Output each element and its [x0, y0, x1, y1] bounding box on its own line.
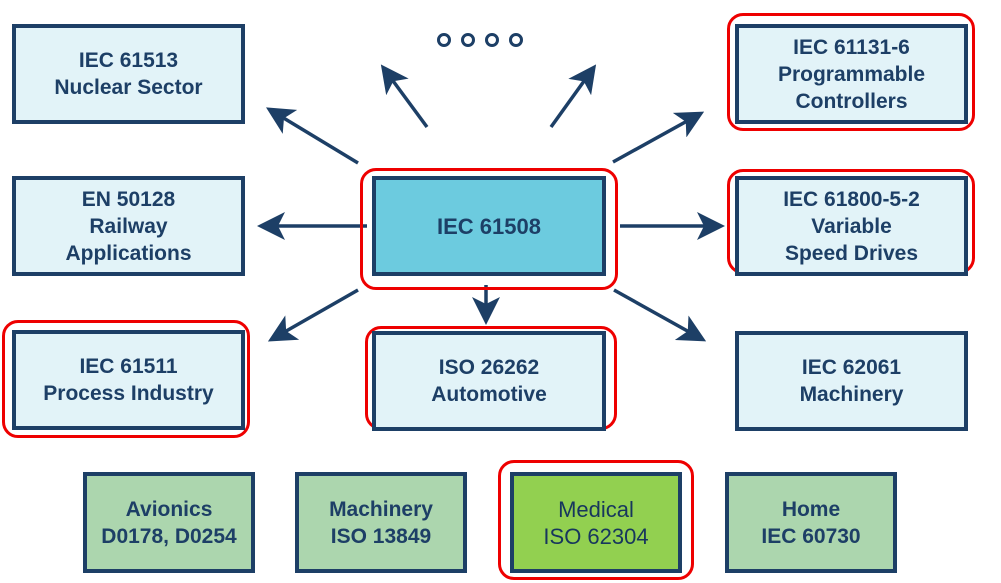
dot-icon [461, 33, 475, 47]
standard-sector: Machinery [799, 383, 904, 406]
standard-code: ISO 62304 [543, 523, 649, 549]
standard-box-automotive: ISO 26262 Automotive [372, 331, 606, 431]
standard-box-programmable: IEC 61131-6 Programmable Controllers [735, 24, 968, 124]
standard-sector: Controllers [795, 89, 908, 113]
standard-sector: Speed Drives [784, 241, 919, 265]
standard-sector: Home [781, 497, 841, 521]
standard-sector: Nuclear Sector [54, 76, 203, 99]
standard-sector: Variable [811, 214, 892, 238]
standard-code: IEC 60730 [761, 524, 861, 548]
standard-code: IEC 61513 [78, 49, 179, 72]
standard-sector: Process Industry [43, 382, 214, 405]
standard-sector: Medical [558, 496, 634, 522]
standard-sector: Programmable [777, 62, 926, 86]
arrow-to-more-left [380, 64, 429, 129]
arrow-to-process [267, 288, 359, 342]
standard-sector: Machinery [329, 497, 433, 521]
standard-sector: Avionics [125, 497, 213, 521]
standard-sector: Applications [65, 241, 192, 265]
center-standard-box: IEC 61508 [372, 176, 606, 276]
standard-code: IEC 62061 [801, 356, 902, 379]
standard-box-drives: IEC 61800-5-2 Variable Speed Drives [735, 176, 968, 276]
ellipsis-dots [437, 33, 523, 47]
arrow-to-nuclear [266, 107, 359, 165]
arrow-to-machinery62061 [613, 288, 707, 342]
standard-code: D0178, D0254 [101, 524, 237, 548]
dot-icon [509, 33, 523, 47]
standard-box-railway: EN 50128 Railway Applications [12, 176, 245, 276]
center-standard-code: IEC 61508 [437, 213, 541, 239]
standard-box-machinery62061: IEC 62061 Machinery [735, 331, 968, 431]
standard-box-home: Home IEC 60730 [725, 472, 897, 573]
standard-code: IEC 61800-5-2 [783, 187, 920, 211]
arrow-to-more-right [549, 64, 597, 129]
arrow-to-programmable [612, 111, 705, 164]
standard-box-process: IEC 61511 Process Industry [12, 330, 245, 430]
standard-code: IEC 61511 [79, 355, 178, 378]
standard-box-medical: Medical ISO 62304 [510, 472, 682, 573]
standard-sector: Automotive [431, 383, 547, 406]
standard-sector: Railway [89, 214, 168, 238]
standard-box-machinery13849: Machinery ISO 13849 [295, 472, 467, 573]
standard-code: EN 50128 [81, 187, 176, 211]
standard-box-nuclear: IEC 61513 Nuclear Sector [12, 24, 245, 124]
standard-code: ISO 26262 [438, 356, 540, 379]
standard-box-avionics: Avionics D0178, D0254 [83, 472, 255, 573]
dot-icon [485, 33, 499, 47]
standard-code: IEC 61131-6 [793, 35, 910, 59]
standard-code: ISO 13849 [330, 524, 432, 548]
dot-icon [437, 33, 451, 47]
